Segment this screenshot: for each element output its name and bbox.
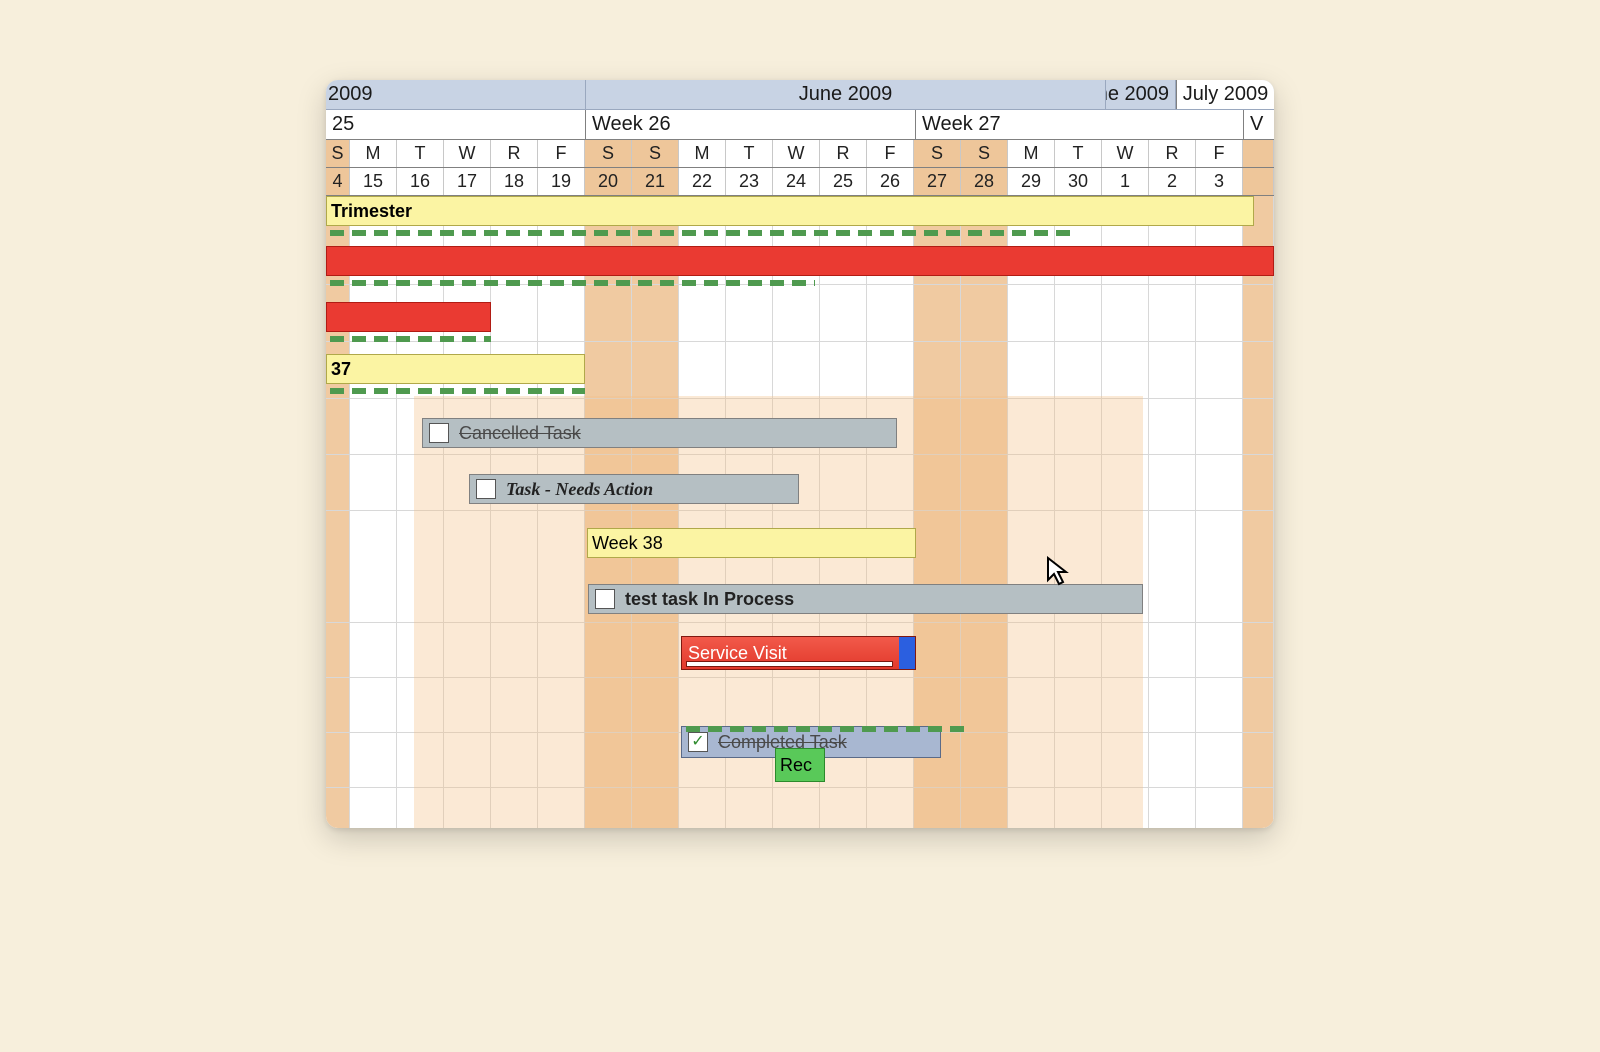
task-label: Rec <box>780 755 812 776</box>
day-letter-cell[interactable]: M <box>679 140 726 167</box>
task-bar-needs-action[interactable]: Task - Needs Action <box>469 474 799 504</box>
day-letter-cell[interactable]: M <box>350 140 397 167</box>
day-letter-cell[interactable]: W <box>773 140 820 167</box>
task-label: Trimester <box>331 201 412 222</box>
day-letter-cell[interactable]: S <box>914 140 961 167</box>
checkbox-icon[interactable] <box>476 479 496 499</box>
day-number-cell[interactable] <box>1243 168 1274 195</box>
day-letter-cell[interactable]: R <box>820 140 867 167</box>
day-letter-cell[interactable]: W <box>444 140 491 167</box>
day-letter-cell[interactable]: W <box>1102 140 1149 167</box>
header-day-numbers: 415161718192021222324252627282930123 <box>326 168 1274 196</box>
day-letter-cell[interactable]: F <box>1196 140 1243 167</box>
day-number-cell[interactable]: 24 <box>773 168 820 195</box>
task-bar-phase-red[interactable] <box>326 246 1274 276</box>
day-number-cell[interactable]: 20 <box>585 168 632 195</box>
task-label: Cancelled Task <box>459 423 581 444</box>
week-cell[interactable]: Week 26 <box>586 110 916 139</box>
checkbox-checked-icon[interactable]: ✓ <box>688 732 708 752</box>
day-letter-cell[interactable]: S <box>632 140 679 167</box>
day-number-cell[interactable]: 4 <box>326 168 350 195</box>
task-label: Week 38 <box>592 533 663 554</box>
gantt-panel: 2009 June 2009 June 2009 July 2009 25 We… <box>326 80 1274 828</box>
day-letter-cell[interactable]: T <box>1055 140 1102 167</box>
task-bar-rec[interactable]: Rec <box>775 748 825 782</box>
day-number-cell[interactable]: 27 <box>914 168 961 195</box>
task-bar-in-process[interactable]: test task In Process <box>588 584 1143 614</box>
progress-marker <box>330 230 1074 236</box>
day-number-cell[interactable]: 23 <box>726 168 773 195</box>
month-cell[interactable]: 2009 <box>326 80 586 109</box>
month-cell[interactable]: June 2009 <box>586 80 1106 109</box>
day-number-cell[interactable]: 3 <box>1196 168 1243 195</box>
task-label: test task In Process <box>625 589 794 610</box>
progress-marker <box>330 336 491 342</box>
header-weeks: 25 Week 26 Week 27 V <box>326 110 1274 140</box>
day-letter-cell[interactable]: T <box>726 140 773 167</box>
day-number-cell[interactable]: 1 <box>1102 168 1149 195</box>
day-letter-cell[interactable]: S <box>585 140 632 167</box>
day-letter-cell[interactable]: T <box>397 140 444 167</box>
day-number-cell[interactable]: 16 <box>397 168 444 195</box>
resize-handle[interactable] <box>899 637 915 669</box>
header-day-letters: SMTWRFSSMTWRFSSMTWRF <box>326 140 1274 168</box>
month-cell[interactable]: July 2009 <box>1176 80 1274 109</box>
month-cell[interactable]: June 2009 <box>1106 80 1176 109</box>
progress-marker <box>330 280 815 286</box>
task-label: Task - Needs Action <box>506 479 653 500</box>
task-bar-week38[interactable]: Week 38 <box>587 528 916 558</box>
day-number-cell[interactable]: 30 <box>1055 168 1102 195</box>
task-bar-red-short[interactable] <box>326 302 491 332</box>
day-number-cell[interactable]: 29 <box>1008 168 1055 195</box>
task-bar-trimester[interactable]: Trimester <box>326 196 1254 226</box>
day-number-cell[interactable]: 25 <box>820 168 867 195</box>
day-number-cell[interactable]: 18 <box>491 168 538 195</box>
day-number-cell[interactable]: 17 <box>444 168 491 195</box>
day-letter-cell[interactable]: M <box>1008 140 1055 167</box>
header-months: 2009 June 2009 June 2009 July 2009 <box>326 80 1274 110</box>
progress-marker <box>686 726 966 732</box>
day-number-cell[interactable]: 2 <box>1149 168 1196 195</box>
day-letter-cell[interactable]: S <box>961 140 1008 167</box>
day-letter-cell[interactable]: R <box>1149 140 1196 167</box>
day-number-cell[interactable]: 28 <box>961 168 1008 195</box>
day-letter-cell[interactable]: F <box>867 140 914 167</box>
week-cell[interactable]: 25 <box>326 110 586 139</box>
day-letter-cell[interactable]: R <box>491 140 538 167</box>
week-cell[interactable]: V <box>1244 110 1274 139</box>
day-number-cell[interactable]: 15 <box>350 168 397 195</box>
progress-marker <box>330 388 585 394</box>
gantt-body[interactable]: Trimester 37 Cancelled Task Task - Needs… <box>326 196 1274 828</box>
day-letter-cell[interactable] <box>1243 140 1274 167</box>
week-cell[interactable]: Week 27 <box>916 110 1244 139</box>
day-letter-cell[interactable]: S <box>326 140 350 167</box>
day-number-cell[interactable]: 19 <box>538 168 585 195</box>
task-label: 37 <box>331 359 351 380</box>
day-number-cell[interactable]: 21 <box>632 168 679 195</box>
day-letter-cell[interactable]: F <box>538 140 585 167</box>
day-number-cell[interactable]: 26 <box>867 168 914 195</box>
task-bar-cancelled[interactable]: Cancelled Task <box>422 418 897 448</box>
checkbox-icon[interactable] <box>595 589 615 609</box>
progress-bar <box>686 661 893 667</box>
task-bar-37[interactable]: 37 <box>326 354 585 384</box>
day-number-cell[interactable]: 22 <box>679 168 726 195</box>
checkbox-icon[interactable] <box>429 423 449 443</box>
task-bar-service-visit[interactable]: Service Visit <box>681 636 916 670</box>
